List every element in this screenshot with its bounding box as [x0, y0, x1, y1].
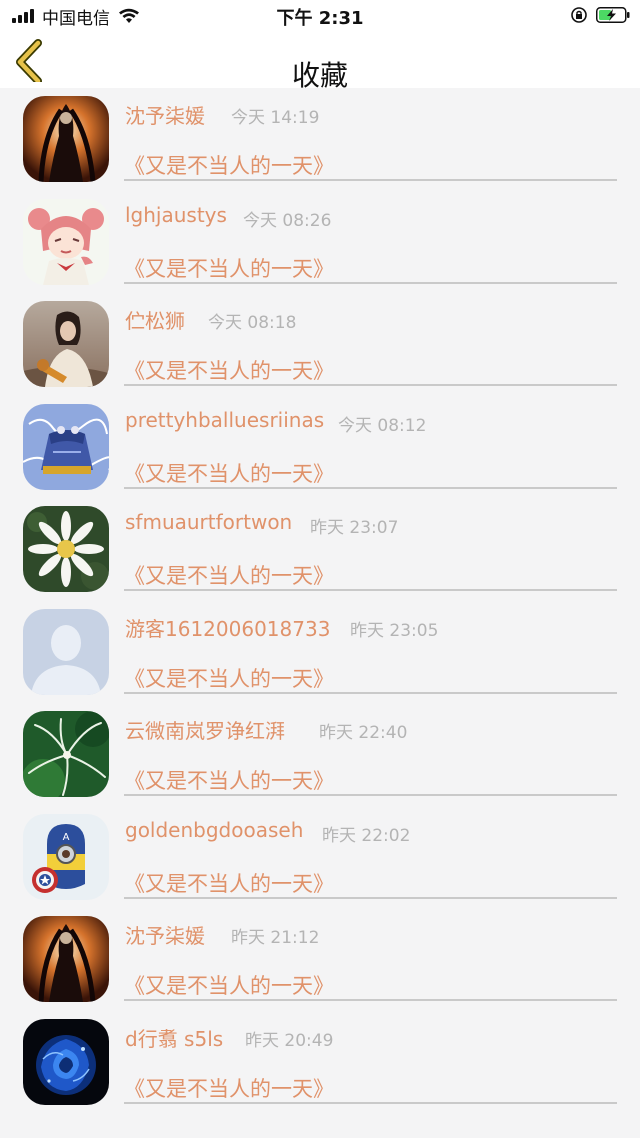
blue-drawing-avatar-icon	[23, 403, 109, 490]
avatar[interactable]	[23, 916, 109, 1002]
svg-text:A: A	[63, 832, 70, 843]
avatar[interactable]	[23, 711, 109, 797]
timestamp: 今天 14:19	[231, 108, 320, 128]
list-item[interactable]: prettyhballuesriinas 今天 08:12 《又是不当人的一天》	[0, 396, 640, 499]
avatar[interactable]	[23, 301, 109, 387]
avatar[interactable]	[23, 506, 109, 592]
list-item[interactable]: 沈予柒媛 昨天 21:12 《又是不当人的一天》	[0, 908, 640, 1011]
divider	[124, 486, 617, 489]
favorite-title-link[interactable]: 《又是不当人的一天》	[124, 560, 334, 590]
girl-photo-avatar-icon	[23, 301, 109, 387]
divider	[124, 589, 617, 591]
favorite-title-link[interactable]: 《又是不当人的一天》	[124, 150, 334, 180]
list-item[interactable]: lghjaustys 今天 08:26 《又是不当人的一天》	[0, 191, 640, 294]
user-name: sfmuaurtfortwon	[125, 510, 293, 534]
blue-rose-avatar-icon	[23, 1018, 109, 1105]
user-name: goldenbgdooaseh	[125, 817, 304, 842]
timestamp: 今天 08:26	[243, 210, 332, 231]
status-right	[570, 6, 630, 24]
user-name: 云微南岚罗诤红湃	[125, 719, 285, 743]
status-time: 下午 2:31	[276, 8, 364, 29]
avatar[interactable]: A	[23, 813, 109, 900]
favorite-title-link[interactable]: 《又是不当人的一天》	[124, 253, 334, 283]
avatar[interactable]	[23, 96, 109, 182]
user-name: prettyhballuesriinas	[125, 407, 325, 432]
list-item[interactable]: d行翥 s5ls 昨天 20:49 《又是不当人的一天》	[0, 1011, 640, 1114]
timestamp: 昨天 22:02	[322, 825, 411, 846]
favorite-title-link[interactable]: 《又是不当人的一天》	[124, 458, 334, 488]
timestamp: 昨天 22:40	[319, 723, 408, 743]
favorite-title-link[interactable]: 《又是不当人的一天》	[124, 868, 334, 898]
divider	[124, 281, 617, 284]
avatar[interactable]	[23, 1018, 109, 1105]
timestamp: 昨天 23:07	[310, 518, 399, 538]
dark-figure-avatar-icon	[23, 96, 109, 182]
anime-girl-avatar-icon	[23, 198, 109, 285]
user-name: 沈予柒媛	[125, 924, 205, 948]
favorite-title-link[interactable]: 《又是不当人的一天》	[124, 1073, 334, 1103]
favorite-title-link[interactable]: 《又是不当人的一天》	[124, 970, 334, 1000]
green-plant-avatar-icon	[23, 711, 109, 797]
user-name: 沈予柒媛	[125, 104, 205, 128]
user-name: 伫松狮	[125, 309, 185, 333]
avatar[interactable]	[23, 403, 109, 490]
favorite-title-link[interactable]: 《又是不当人的一天》	[124, 765, 334, 795]
divider	[124, 691, 617, 694]
timestamp: 昨天 20:49	[245, 1030, 334, 1051]
list-item[interactable]: 伫松狮 今天 08:18 《又是不当人的一天》	[0, 293, 640, 396]
rotation-lock-icon	[571, 7, 587, 23]
battery-charging-icon	[596, 7, 630, 23]
divider	[124, 794, 617, 796]
timestamp: 昨天 21:12	[231, 928, 320, 948]
timestamp: 今天 08:12	[338, 415, 427, 436]
default-person-avatar-icon	[23, 608, 109, 695]
favorite-title-link[interactable]: 《又是不当人的一天》	[124, 663, 334, 693]
timestamp: 昨天 23:05	[350, 620, 439, 641]
user-name: lghjaustys	[125, 202, 227, 227]
user-name: 游客1612006018733	[125, 616, 331, 641]
timestamp: 今天 08:18	[208, 313, 297, 333]
avatar[interactable]	[23, 198, 109, 285]
list-item[interactable]: 云微南岚罗诤红湃 昨天 22:40 《又是不当人的一天》	[0, 703, 640, 806]
dark-figure-avatar-icon	[23, 916, 109, 1002]
divider	[124, 179, 617, 181]
divider	[124, 1101, 617, 1104]
list-item[interactable]: A goldenbgdooaseh 昨天 22:02 《又是不当人的一天》	[0, 806, 640, 909]
minion-captain-avatar-icon: A	[23, 813, 109, 900]
list-item[interactable]: 沈予柒媛 今天 14:19 《又是不当人的一天》	[0, 88, 640, 191]
divider	[124, 384, 617, 386]
user-name: d行翥 s5ls	[125, 1026, 224, 1051]
list-item[interactable]: 游客1612006018733 昨天 23:05 《又是不当人的一天》	[0, 601, 640, 704]
divider	[124, 896, 617, 899]
white-flower-avatar-icon	[23, 506, 109, 592]
favorite-title-link[interactable]: 《又是不当人的一天》	[124, 355, 334, 385]
favorites-list: 沈予柒媛 今天 14:19 《又是不当人的一天》 lghjaustys 今天 0…	[0, 88, 640, 1113]
avatar[interactable]	[23, 608, 109, 695]
divider	[124, 999, 617, 1001]
list-item[interactable]: sfmuaurtfortwon 昨天 23:07 《又是不当人的一天》	[0, 498, 640, 601]
nav-header: 收藏	[0, 32, 640, 92]
status-bar: 中国电信 下午 2:31	[0, 0, 640, 32]
